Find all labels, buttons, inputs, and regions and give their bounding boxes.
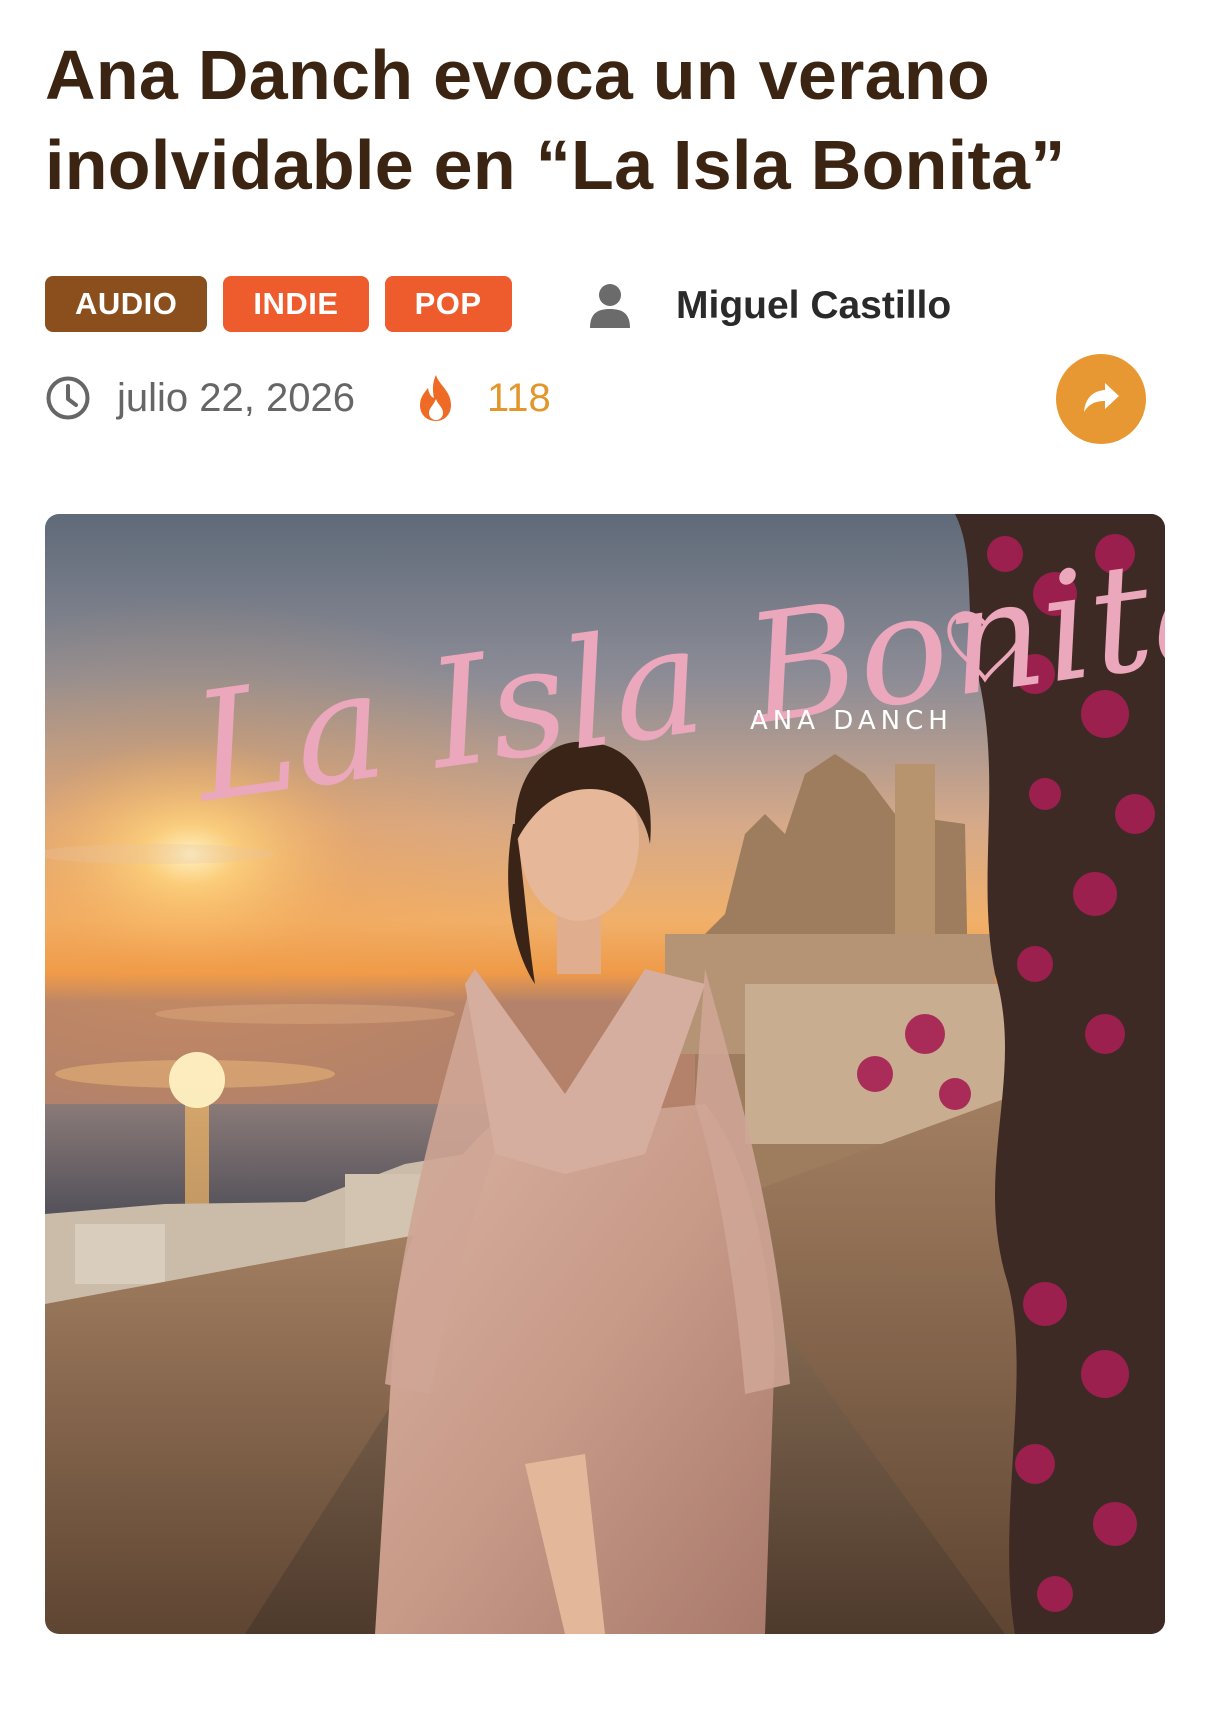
fire-icon <box>415 373 457 423</box>
view-count: 118 <box>486 375 551 420</box>
article-title-line-1: Ana Danch evoca un verano <box>45 36 991 114</box>
tag-indie[interactable]: INDIE <box>223 276 369 332</box>
author-info[interactable]: Miguel Castillo <box>588 280 951 332</box>
tag-audio[interactable]: AUDIO <box>45 276 208 332</box>
user-icon <box>588 282 632 330</box>
tag-list: AUDIO INDIE POP <box>45 276 512 332</box>
album-cover-image: La Isla Bonita ANA DANCH <box>45 514 1165 1634</box>
author-name[interactable]: Miguel Castillo <box>676 284 951 328</box>
clock-icon <box>45 375 91 421</box>
article-title: Ana Danch evoca un verano inolvidable en … <box>45 30 1165 210</box>
tag-pop[interactable]: POP <box>384 276 512 332</box>
article-meta: julio 22, 2026 118 <box>45 370 551 426</box>
article-title-line-2: inolvidable en “La Isla Bonita” <box>45 126 1066 204</box>
cover-artist-name: ANA DANCH <box>750 706 953 736</box>
share-icon <box>1081 379 1121 420</box>
publish-date: julio 22, 2026 <box>117 375 355 420</box>
share-button[interactable] <box>1056 354 1146 444</box>
